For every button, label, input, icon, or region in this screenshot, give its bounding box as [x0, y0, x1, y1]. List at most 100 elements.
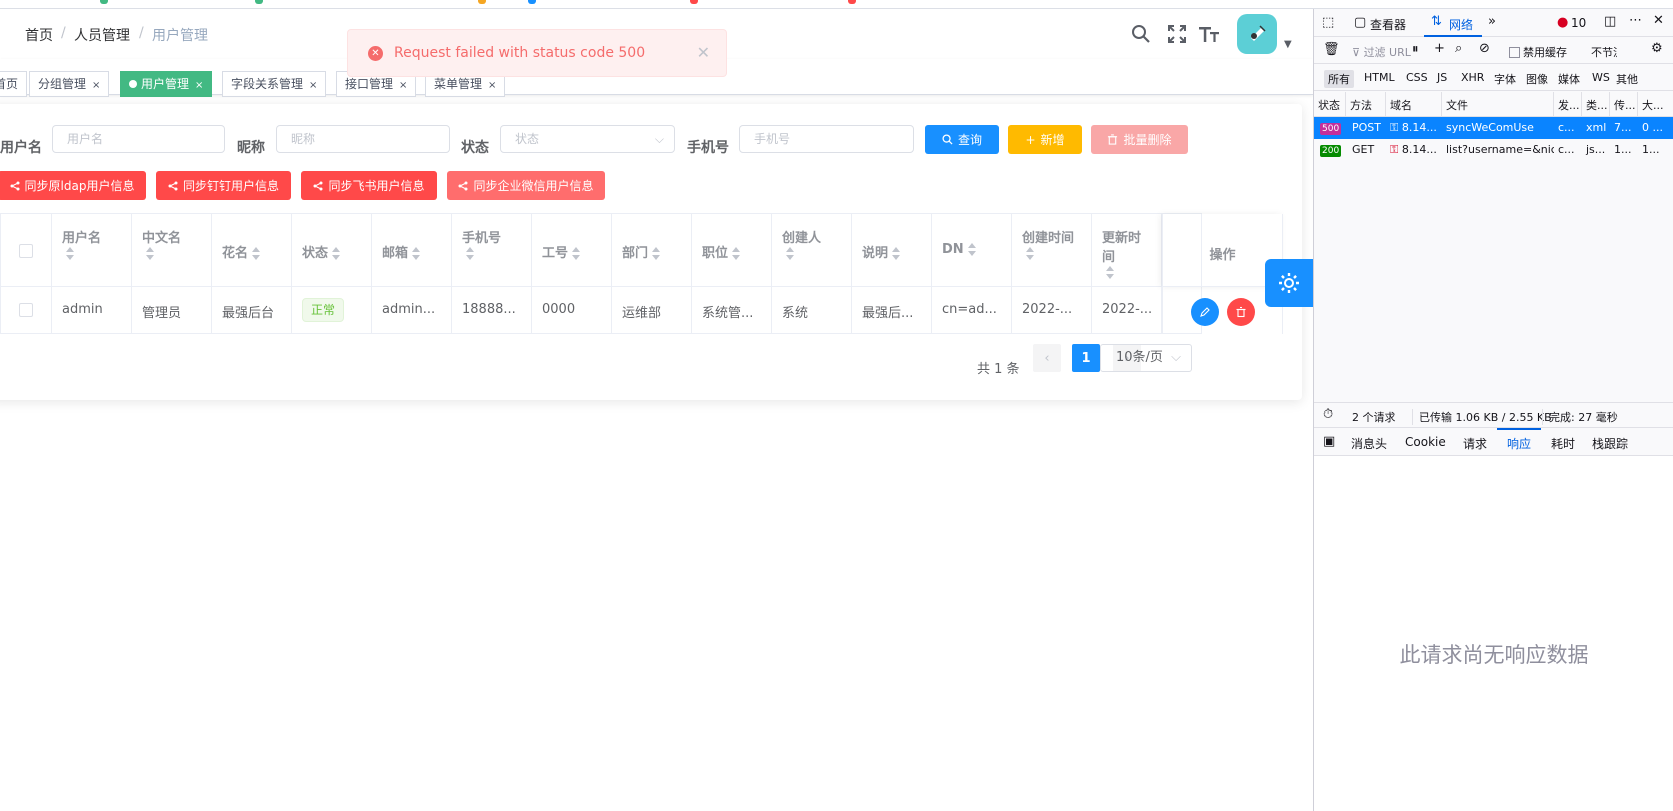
sort-icon[interactable] [65, 246, 75, 261]
filter-url-input[interactable]: ⊽ 过滤 URL [1352, 44, 1411, 60]
close-icon[interactable]: × [399, 80, 407, 91]
filter-all[interactable]: 所有 [1324, 70, 1354, 88]
detail-tab-headers[interactable]: 消息头 [1351, 435, 1387, 452]
table-header[interactable]: 花名 [212, 214, 292, 287]
column-header-file[interactable]: 文件 [1442, 92, 1554, 116]
gear-icon[interactable]: ⚙ [1651, 41, 1663, 56]
dock-icon[interactable]: ◫ [1604, 14, 1616, 29]
tag-user-management[interactable]: 用户管理 × [120, 71, 213, 97]
request-row[interactable]: 500 POST ⚿ 8.14... syncWeComUse c... xml… [1314, 117, 1673, 139]
plus-icon[interactable]: + [1434, 41, 1445, 56]
sync-wecom-button[interactable]: 同步企业微信用户信息 [447, 171, 605, 200]
filter-html[interactable]: HTML [1364, 71, 1395, 84]
sort-icon[interactable] [731, 246, 741, 261]
batch-delete-button[interactable]: 批量删除 [1091, 125, 1188, 154]
sort-icon[interactable] [967, 242, 977, 257]
sort-icon[interactable] [145, 246, 155, 261]
select-all-checkbox[interactable] [19, 244, 33, 258]
table-header[interactable]: 手机号 [452, 214, 532, 287]
tag-field-relation[interactable]: 字段关系管理 × [222, 71, 327, 97]
filter-other[interactable]: 其他 [1616, 71, 1638, 87]
edit-button[interactable] [1191, 298, 1219, 326]
table-header[interactable]: 中文名 [132, 214, 212, 287]
filter-font[interactable]: 字体 [1494, 71, 1516, 87]
table-header[interactable]: 邮箱 [372, 214, 452, 287]
more-tabs-icon[interactable]: » [1488, 14, 1496, 29]
sort-icon[interactable] [331, 246, 341, 261]
sort-icon[interactable] [1025, 246, 1035, 261]
more-icon[interactable]: ⋯ [1629, 13, 1642, 28]
avatar[interactable] [1237, 14, 1277, 54]
delete-button[interactable] [1227, 298, 1255, 326]
close-icon[interactable]: ✕ [697, 43, 710, 62]
sort-icon[interactable] [891, 246, 901, 261]
mobile-input[interactable]: 手机号 [739, 125, 914, 153]
close-icon[interactable]: × [92, 80, 100, 91]
detail-tab-cookie[interactable]: Cookie [1405, 435, 1446, 449]
block-icon[interactable]: ⊘ [1479, 41, 1490, 56]
sort-icon[interactable] [571, 246, 581, 261]
request-row[interactable]: 200 GET ⚿ 8.14... list?username=&nicl c.… [1314, 139, 1673, 161]
tag-home[interactable]: 首页 [0, 71, 28, 97]
search-icon[interactable] [1129, 22, 1153, 46]
column-header-size[interactable]: 大... [1638, 92, 1673, 116]
toggle-sidebar-icon[interactable]: ▣ [1323, 434, 1335, 449]
breadcrumb-home[interactable]: 首页 [25, 25, 53, 45]
filter-ws[interactable]: WS [1592, 71, 1610, 84]
tab-inspector[interactable]: 查看器 [1370, 16, 1406, 33]
element-picker-icon[interactable]: ⬚ [1322, 15, 1334, 30]
sort-icon[interactable] [251, 246, 261, 261]
pause-icon[interactable]: ⏸ [1412, 42, 1419, 57]
settings-button[interactable] [1265, 259, 1313, 307]
detail-tab-stack-trace[interactable]: 栈跟踪 [1592, 435, 1628, 452]
tag-group-management[interactable]: 分组管理 × [29, 71, 110, 97]
close-icon[interactable]: × [488, 80, 496, 91]
table-header[interactable]: 更新时间 [1092, 214, 1162, 287]
page-size-select[interactable]: 10条/页 ⌵ [1100, 344, 1192, 372]
close-icon[interactable]: ✕ [1653, 13, 1664, 28]
column-header-initiator[interactable]: 发... [1554, 92, 1582, 116]
page-number-button[interactable]: 1 [1072, 344, 1100, 372]
sort-icon[interactable] [785, 246, 795, 261]
sort-icon[interactable] [465, 246, 475, 261]
sort-icon[interactable] [411, 246, 421, 261]
table-header[interactable]: 职位 [692, 214, 772, 287]
table-header[interactable]: 说明 [852, 214, 932, 287]
prev-page-button[interactable]: ‹ [1033, 344, 1061, 372]
column-header-transferred[interactable]: 传... [1610, 92, 1638, 116]
error-count[interactable]: 10 [1571, 16, 1586, 30]
filter-media[interactable]: 媒体 [1558, 71, 1580, 87]
sync-dingtalk-button[interactable]: 同步钉钉用户信息 [156, 171, 291, 200]
column-header-type[interactable]: 类... [1582, 92, 1610, 116]
filter-css[interactable]: CSS [1406, 71, 1428, 84]
trash-icon[interactable]: 🗑 [1323, 42, 1340, 57]
tab-network[interactable]: 网络 [1449, 16, 1473, 33]
username-input[interactable]: 用户名 [52, 125, 225, 153]
detail-tab-timings[interactable]: 耗时 [1551, 435, 1575, 452]
filter-js[interactable]: JS [1437, 71, 1447, 84]
table-header[interactable]: 创建时间 [1012, 214, 1092, 287]
status-select[interactable]: 状态 ⌵ [500, 125, 675, 153]
detail-tab-response[interactable]: 响应 [1507, 435, 1531, 452]
table-header[interactable]: 用户名 [52, 214, 132, 287]
row-checkbox[interactable] [19, 303, 33, 317]
fullscreen-icon[interactable] [1165, 22, 1189, 46]
disable-cache-checkbox[interactable]: 禁用缓存 [1509, 44, 1567, 60]
sync-ldap-button[interactable]: 同步原ldap用户信息 [0, 171, 146, 200]
table-header[interactable]: 工号 [532, 214, 612, 287]
table-header[interactable]: 状态 [292, 214, 372, 287]
filter-image[interactable]: 图像 [1526, 71, 1548, 87]
throttle-select[interactable]: 不节流 [1591, 44, 1617, 60]
query-button[interactable]: 查询 [925, 125, 999, 154]
close-icon[interactable]: × [195, 80, 203, 91]
table-header[interactable]: DN [932, 214, 1012, 287]
close-icon[interactable]: × [309, 80, 317, 91]
column-header-status[interactable]: 状态 [1314, 92, 1346, 116]
column-header-domain[interactable]: 域名 [1386, 92, 1442, 116]
sort-icon[interactable] [651, 246, 661, 261]
detail-tab-request[interactable]: 请求 [1463, 435, 1487, 452]
filter-xhr[interactable]: XHR [1461, 71, 1484, 84]
chevron-down-icon[interactable]: ▼ [1284, 39, 1292, 50]
font-size-icon[interactable] [1197, 22, 1221, 46]
sync-feishu-button[interactable]: 同步飞书用户信息 [301, 171, 437, 200]
